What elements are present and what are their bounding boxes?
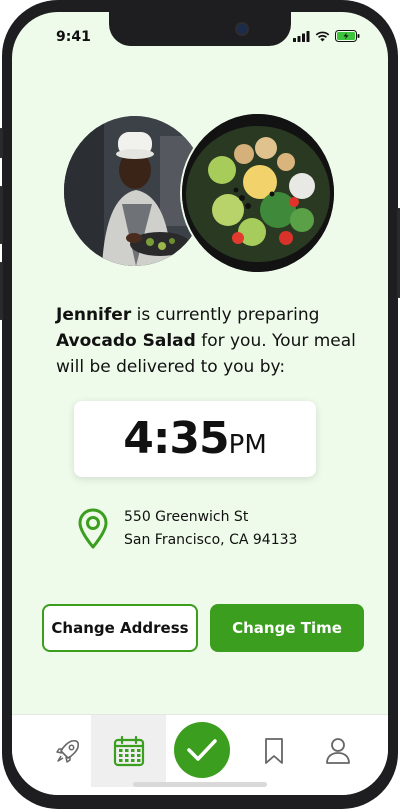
tab-profile[interactable] [300,715,375,787]
rocket-icon [55,739,79,763]
confirm-button[interactable] [174,722,230,778]
signal-icon [293,30,310,42]
change-time-button[interactable]: Change Time [210,604,364,652]
dish-name: Avocado Salad [56,331,196,351]
order-status-message: Jennifer is currently preparing Avocado … [56,302,356,380]
calendar-icon [113,735,144,767]
salad-photo [182,114,334,272]
tab-calendar[interactable] [91,715,166,787]
status-icons [293,30,360,42]
delivery-time-card: 4:35PM [74,401,316,477]
status-time: 9:41 [56,29,91,45]
location-pin-icon [78,508,108,549]
hero-photos [64,114,344,272]
message-text-1: is currently preparing [131,305,320,325]
wifi-icon [315,31,330,41]
change-address-button[interactable]: Change Address [42,604,198,652]
profile-icon [325,738,350,764]
check-icon [187,739,217,761]
camera-icon [237,24,247,34]
screen: 9:41 Jennifer is currently preparing Avo… [12,12,388,795]
delivery-ampm: PM [228,430,267,460]
volume-down-button [0,262,3,320]
home-indicator [133,782,267,787]
address-text: 550 Greenwich St San Francisco, CA 94133 [124,506,297,552]
preparer-name: Jennifer [56,305,132,325]
bookmark-icon [264,738,283,764]
delivery-time: 4:35 [123,413,229,464]
phone-frame: 9:41 Jennifer is currently preparing Avo… [0,0,400,809]
mute-switch [0,128,3,158]
notch [109,12,291,46]
volume-up-button [0,186,3,244]
address-line-1: 550 Greenwich St [124,509,249,525]
address-line-2: San Francisco, CA 94133 [124,532,298,548]
battery-icon [335,30,360,42]
